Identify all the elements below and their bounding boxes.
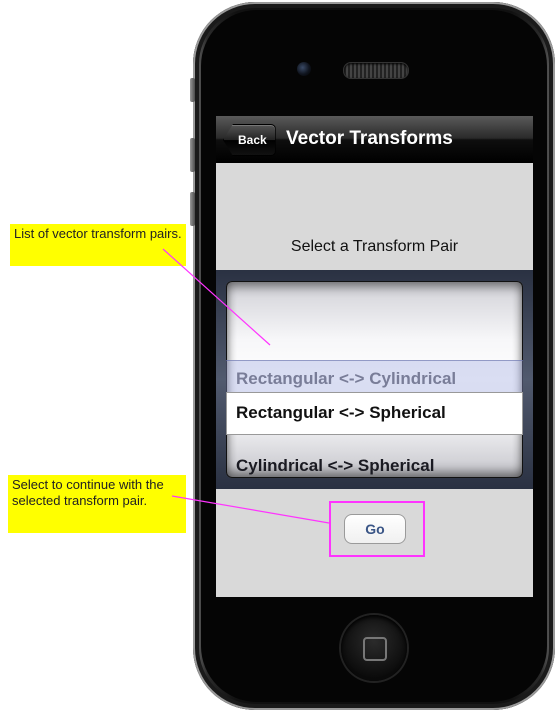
home-square-icon bbox=[363, 637, 387, 661]
picker-selection-bar bbox=[226, 360, 523, 394]
back-button[interactable]: Back bbox=[223, 124, 276, 156]
selected-option[interactable]: Rectangular <-> Spherical bbox=[236, 403, 446, 423]
earpiece-speaker bbox=[343, 62, 409, 79]
ringer-switch bbox=[190, 78, 195, 102]
annotation-go: Select to continue with the selected tra… bbox=[8, 475, 186, 533]
picker-prompt: Select a Transform Pair bbox=[290, 238, 459, 255]
picker-selected-row[interactable]: Rectangular <-> Spherical bbox=[226, 392, 523, 435]
picker-option[interactable]: Cylindrical <-> Spherical bbox=[236, 456, 434, 476]
navigation-bar: Back Vector Transforms bbox=[216, 116, 533, 163]
go-callout-box bbox=[329, 501, 425, 557]
front-camera-icon bbox=[297, 62, 311, 76]
transform-pair-picker[interactable]: Rectangular <-> Cylindrical Cylindrical … bbox=[216, 270, 533, 489]
home-button[interactable] bbox=[341, 615, 407, 681]
page-title: Vector Transforms bbox=[286, 128, 453, 149]
annotation-picker: List of vector transform pairs. bbox=[10, 224, 186, 266]
volume-down-button bbox=[190, 192, 195, 226]
volume-up-button bbox=[190, 138, 195, 172]
